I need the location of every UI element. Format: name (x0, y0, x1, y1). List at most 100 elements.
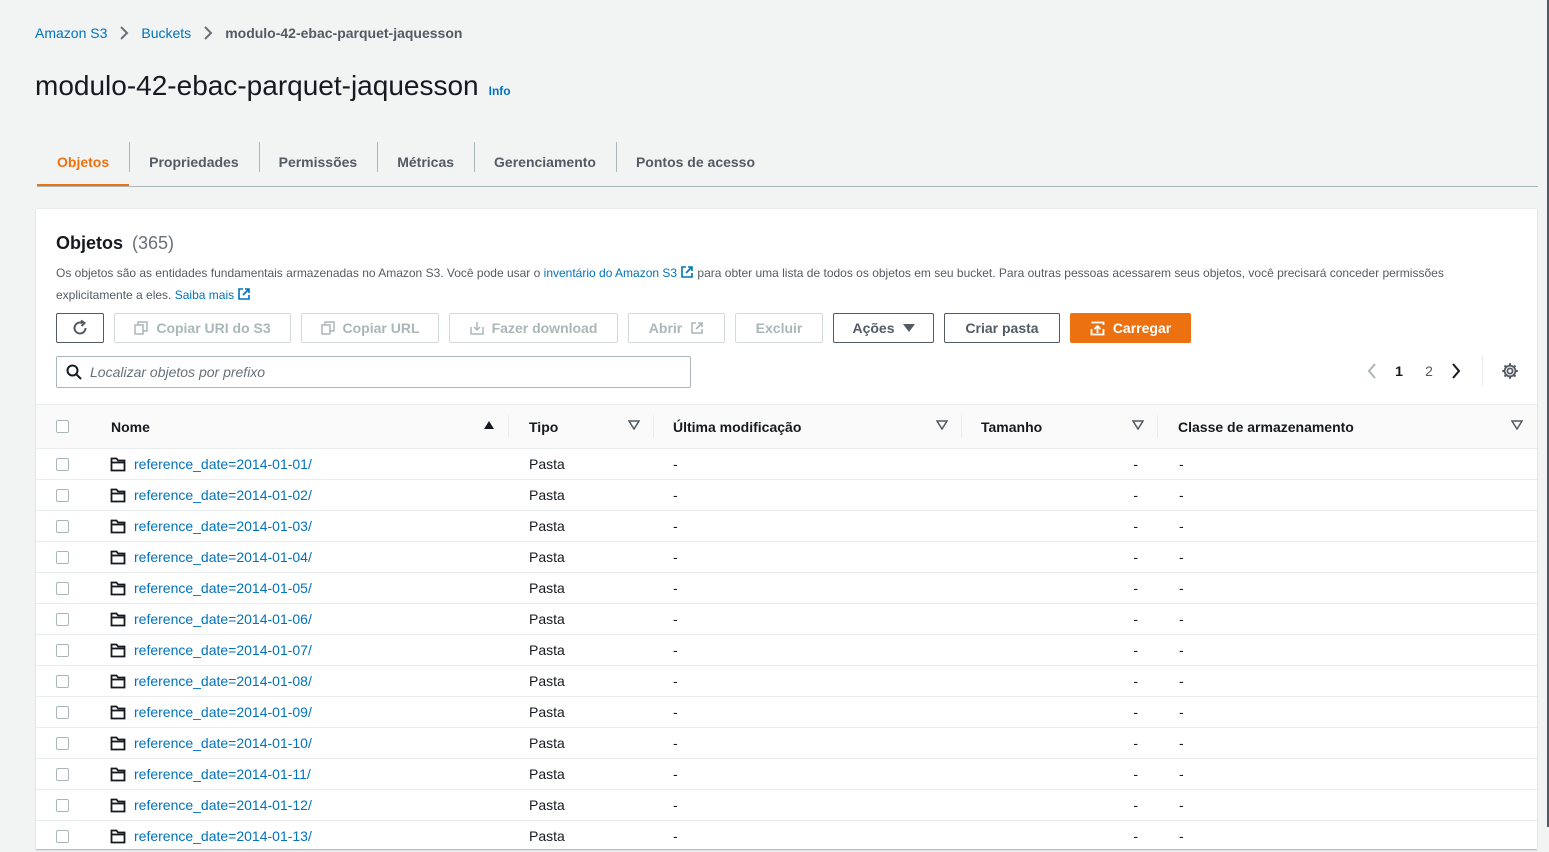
cell-size: - (1133, 549, 1138, 565)
object-name-link[interactable]: reference_date=2014-01-11/ (134, 766, 311, 782)
cell-modified: - (673, 487, 678, 503)
row-checkbox[interactable] (56, 674, 69, 688)
breadcrumb-buckets[interactable]: Buckets (141, 25, 191, 41)
tab-gerenciamento[interactable]: Gerenciamento (474, 142, 616, 182)
row-checkbox[interactable] (56, 612, 69, 626)
search-input[interactable] (90, 364, 650, 380)
refresh-button[interactable] (56, 313, 104, 343)
object-name-link[interactable]: reference_date=2014-01-04/ (134, 549, 312, 565)
download-button[interactable]: Fazer download (449, 313, 618, 343)
create-folder-button[interactable]: Criar pasta (944, 313, 1060, 343)
row-checkbox[interactable] (56, 581, 69, 595)
row-select-cell (36, 736, 90, 750)
row-checkbox[interactable] (56, 550, 69, 564)
cell-modified: - (673, 797, 678, 813)
row-select-cell (36, 550, 90, 564)
learn-more-link[interactable]: Saiba mais (175, 288, 251, 302)
select-all-cell (36, 420, 90, 433)
object-name-link[interactable]: reference_date=2014-01-12/ (134, 797, 312, 813)
row-checkbox[interactable] (56, 519, 69, 533)
cell-storage-class: - (1179, 704, 1184, 720)
folder-icon (110, 767, 126, 782)
row-checkbox[interactable] (56, 767, 69, 781)
folder-icon (110, 612, 126, 627)
open-button[interactable]: Abrir (628, 313, 725, 343)
cell-type: Pasta (529, 797, 565, 813)
cell-storage-class: - (1179, 766, 1184, 782)
folder-icon (110, 519, 126, 534)
row-checkbox[interactable] (56, 798, 69, 812)
tab-pontos-de-acesso[interactable]: Pontos de acesso (615, 142, 775, 182)
table-row: reference_date=2014-01-12/Pasta - - - (36, 790, 1537, 821)
objects-heading-title: Objetos (56, 233, 124, 253)
select-all-checkbox[interactable] (56, 420, 69, 433)
upload-button[interactable]: Carregar (1070, 313, 1191, 343)
cell-type: Pasta (529, 828, 565, 844)
object-name-link[interactable]: reference_date=2014-01-08/ (134, 673, 312, 689)
row-checkbox[interactable] (56, 643, 69, 657)
cell-name: reference_date=2014-01-08/ (90, 673, 509, 689)
row-select-cell (36, 674, 90, 688)
external-link-icon (680, 265, 694, 285)
object-name-link[interactable]: reference_date=2014-01-13/ (134, 828, 312, 844)
row-checkbox[interactable] (56, 457, 69, 471)
copy-icon (134, 321, 149, 335)
page-1[interactable]: 1 (1384, 363, 1414, 379)
folder-icon (110, 736, 126, 751)
object-name-link[interactable]: reference_date=2014-01-09/ (134, 704, 312, 720)
chevron-right-icon (119, 26, 129, 40)
cell-storage-class: - (1179, 735, 1184, 751)
object-name-link[interactable]: reference_date=2014-01-05/ (134, 580, 312, 596)
folder-icon (110, 643, 126, 658)
chevron-right-icon[interactable] (1444, 363, 1468, 379)
inventory-link[interactable]: inventário do Amazon S3 (544, 266, 694, 280)
actions-dropdown[interactable]: Ações (833, 313, 934, 343)
object-name-link[interactable]: reference_date=2014-01-07/ (134, 642, 312, 658)
cell-name: reference_date=2014-01-01/ (90, 456, 509, 472)
column-header-type[interactable]: Tipo (509, 405, 654, 448)
delete-button[interactable]: Excluir (735, 313, 823, 343)
cell-storage-class: - (1179, 642, 1184, 658)
cell-modified: - (673, 642, 678, 658)
cell-modified: - (673, 828, 678, 844)
cell-type: Pasta (529, 735, 565, 751)
column-header-size[interactable]: Tamanho (962, 405, 1158, 448)
folder-icon (110, 550, 126, 565)
folder-icon (110, 705, 126, 720)
row-checkbox[interactable] (56, 488, 69, 502)
cell-modified: - (673, 518, 678, 534)
cell-size: - (1133, 704, 1138, 720)
object-name-link[interactable]: reference_date=2014-01-02/ (134, 487, 312, 503)
row-checkbox[interactable] (56, 829, 69, 843)
row-checkbox[interactable] (56, 736, 69, 750)
breadcrumb-amazon-s3[interactable]: Amazon S3 (35, 25, 107, 41)
pagination-divider (1482, 356, 1483, 386)
column-header-modified[interactable]: Última modificação (654, 405, 962, 448)
column-header-storage-class[interactable]: Classe de armazenamento (1158, 405, 1537, 448)
object-name-link[interactable]: reference_date=2014-01-10/ (134, 735, 312, 751)
cell-storage-class: - (1179, 487, 1184, 503)
tab-permissoes[interactable]: Permissões (258, 142, 378, 182)
object-name-link[interactable]: reference_date=2014-01-06/ (134, 611, 312, 627)
object-name-link[interactable]: reference_date=2014-01-01/ (134, 456, 312, 472)
cell-size: - (1133, 456, 1138, 472)
tab-metricas[interactable]: Métricas (377, 142, 474, 182)
tab-propriedades[interactable]: Propriedades (129, 142, 258, 182)
column-header-name[interactable]: Nome (90, 405, 509, 448)
cell-modified: - (673, 766, 678, 782)
column-name-label: Nome (111, 418, 150, 435)
page-2[interactable]: 2 (1414, 363, 1444, 379)
cell-type: Pasta (529, 518, 565, 534)
objects-table: Nome Tipo Última modificação Tamanho Cla (36, 404, 1537, 852)
tab-objetos[interactable]: Objetos (37, 142, 130, 186)
row-checkbox[interactable] (56, 705, 69, 719)
gear-icon[interactable] (1501, 362, 1519, 380)
info-link[interactable]: Info (489, 84, 511, 98)
delete-label: Excluir (755, 320, 803, 336)
copy-s3-uri-button[interactable]: Copiar URI do S3 (114, 313, 291, 343)
cell-size: - (1133, 518, 1138, 534)
copy-url-button[interactable]: Copiar URL (301, 313, 439, 343)
chevron-left-icon[interactable] (1360, 363, 1384, 379)
object-name-link[interactable]: reference_date=2014-01-03/ (134, 518, 312, 534)
cell-type: Pasta (529, 487, 565, 503)
